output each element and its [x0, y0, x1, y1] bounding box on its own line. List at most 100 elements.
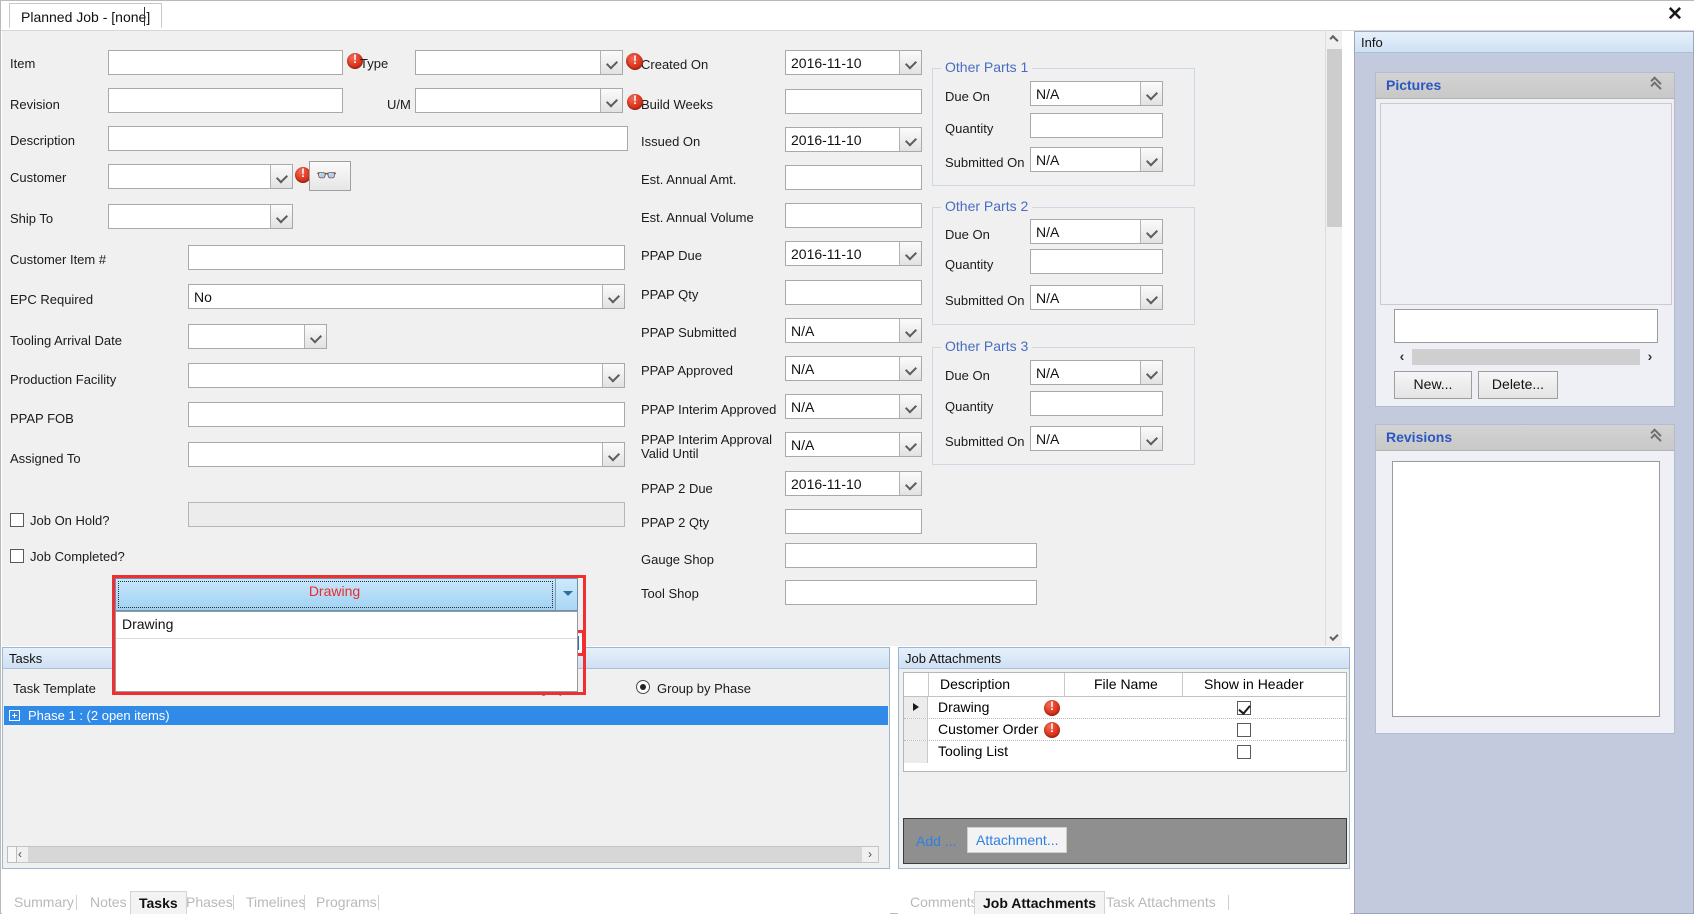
- table-row[interactable]: Customer Order: [904, 719, 1346, 741]
- op2-quantity-input[interactable]: [1030, 249, 1163, 274]
- scrollbar-track[interactable]: [1412, 349, 1640, 365]
- chevron-down-icon[interactable]: [270, 205, 292, 228]
- column-show-in-header[interactable]: Show in Header: [1204, 676, 1304, 692]
- column-description[interactable]: Description: [940, 676, 1010, 692]
- row-selector[interactable]: [904, 719, 928, 740]
- build-weeks-input[interactable]: [785, 89, 922, 114]
- tab-notes[interactable]: Notes: [82, 891, 135, 914]
- ppap-qty-input[interactable]: [785, 280, 922, 305]
- revisions-list[interactable]: [1392, 461, 1660, 717]
- chevron-down-icon[interactable]: [899, 472, 921, 495]
- chevron-down-icon[interactable]: [899, 433, 921, 456]
- ppap-approved-combo[interactable]: N/A: [785, 356, 922, 381]
- tab-job-attachments[interactable]: Job Attachments: [974, 891, 1106, 914]
- op3-submitted-on-combo[interactable]: N/A: [1030, 426, 1163, 451]
- job-completed-checkbox[interactable]: [10, 549, 24, 563]
- chevron-down-icon[interactable]: [899, 357, 921, 380]
- chevron-down-icon[interactable]: [1140, 286, 1162, 309]
- op1-quantity-input[interactable]: [1030, 113, 1163, 138]
- epc-required-combo[interactable]: No: [188, 284, 625, 309]
- add-link[interactable]: Add ...: [916, 833, 956, 849]
- column-file-name[interactable]: File Name: [1094, 676, 1158, 692]
- ppap-fob-input[interactable]: [188, 402, 625, 427]
- task-template-combo[interactable]: Drawing: [115, 578, 578, 611]
- dropdown-option-drawing[interactable]: Drawing: [122, 616, 173, 632]
- chevron-down-icon[interactable]: [602, 443, 624, 466]
- tool-shop-input[interactable]: [785, 580, 1037, 605]
- ppap-submitted-combo[interactable]: N/A: [785, 318, 922, 343]
- scroll-right-button[interactable]: ›: [862, 847, 878, 862]
- scroll-up-button[interactable]: [1326, 31, 1342, 48]
- chevron-down-icon[interactable]: [1140, 361, 1162, 384]
- chevron-down-icon[interactable]: [1140, 82, 1162, 105]
- tab-task-attachments[interactable]: Task Attachments: [1098, 891, 1224, 914]
- chevron-down-icon[interactable]: [1140, 148, 1162, 171]
- row-selector[interactable]: [904, 697, 928, 718]
- delete-picture-button[interactable]: Delete...: [1478, 371, 1558, 399]
- chevron-down-icon[interactable]: [602, 285, 624, 308]
- chevron-down-icon[interactable]: [600, 89, 622, 112]
- scroll-left-button[interactable]: ‹: [1394, 347, 1410, 367]
- table-row[interactable]: Tooling List: [904, 741, 1346, 763]
- customer-item-no-input[interactable]: [188, 245, 625, 270]
- tasks-horizontal-scrollbar[interactable]: ‹ ›: [11, 846, 879, 863]
- op2-submitted-on-combo[interactable]: N/A: [1030, 285, 1163, 310]
- expand-icon[interactable]: [9, 710, 20, 721]
- ppap-interim-approval-valid-until-combo[interactable]: N/A: [785, 432, 922, 457]
- chevron-down-icon[interactable]: [899, 242, 921, 265]
- chevron-down-icon[interactable]: [1140, 427, 1162, 450]
- new-picture-button[interactable]: New...: [1394, 371, 1472, 399]
- assigned-to-combo[interactable]: [188, 442, 625, 467]
- chevron-down-icon[interactable]: [600, 51, 622, 74]
- pictures-scrollbar[interactable]: ‹ ›: [1394, 347, 1658, 367]
- collapse-icon[interactable]: [1650, 76, 1664, 93]
- description-input[interactable]: [108, 126, 628, 151]
- ppap-due-combo[interactable]: 2016-11-10: [785, 241, 922, 266]
- ppap-2-due-combo[interactable]: 2016-11-10: [785, 471, 922, 496]
- chevron-down-icon[interactable]: [602, 364, 624, 387]
- type-combo[interactable]: [415, 50, 623, 75]
- tab-summary[interactable]: Summary: [6, 891, 82, 914]
- op3-quantity-input[interactable]: [1030, 391, 1163, 416]
- row-selector[interactable]: [904, 741, 928, 763]
- ppap-interim-approved-combo[interactable]: N/A: [785, 394, 922, 419]
- ppap-2-qty-input[interactable]: [785, 509, 922, 534]
- task-template-dropdown-list[interactable]: Drawing: [115, 611, 578, 692]
- show-in-header-checkbox[interactable]: [1237, 701, 1251, 715]
- op2-due-on-combo[interactable]: N/A: [1030, 219, 1163, 244]
- form-vertical-scrollbar[interactable]: [1325, 31, 1342, 646]
- chevron-down-icon[interactable]: [899, 395, 921, 418]
- scrollbar-thumb[interactable]: [1327, 49, 1342, 227]
- chevron-down-icon[interactable]: [899, 51, 921, 74]
- job-on-hold-checkbox[interactable]: [10, 513, 24, 527]
- show-in-header-checkbox[interactable]: [1237, 723, 1251, 737]
- show-in-header-checkbox[interactable]: [1237, 745, 1251, 759]
- chevron-down-icon[interactable]: [899, 319, 921, 342]
- created-on-combo[interactable]: 2016-11-10: [785, 50, 922, 75]
- production-facility-combo[interactable]: [188, 363, 625, 388]
- document-tab[interactable]: Planned Job - [none]: [9, 3, 163, 29]
- chevron-down-icon[interactable]: [304, 325, 326, 348]
- customer-lookup-button[interactable]: 👓: [309, 161, 351, 191]
- item-input[interactable]: [108, 50, 343, 75]
- phase-group-row[interactable]: Phase 1 : (2 open items): [4, 706, 888, 725]
- chevron-down-icon[interactable]: [1140, 220, 1162, 243]
- um-combo[interactable]: [415, 88, 623, 113]
- chevron-down-icon[interactable]: [555, 579, 577, 610]
- collapse-icon[interactable]: [1650, 428, 1664, 445]
- tab-timelines[interactable]: Timelines: [238, 891, 313, 914]
- group-by-phase-radio[interactable]: [636, 680, 650, 694]
- table-row[interactable]: Drawing: [904, 697, 1346, 719]
- pictures-preview-area[interactable]: [1380, 103, 1672, 305]
- op1-submitted-on-combo[interactable]: N/A: [1030, 147, 1163, 172]
- chevron-down-icon[interactable]: [899, 128, 921, 151]
- customer-combo[interactable]: [108, 164, 293, 189]
- est-annual-volume-input[interactable]: [785, 203, 922, 228]
- close-icon[interactable]: ✕: [1664, 5, 1686, 27]
- gauge-shop-input[interactable]: [785, 543, 1037, 568]
- scroll-right-button[interactable]: ›: [1642, 347, 1658, 367]
- est-annual-amt-input[interactable]: [785, 165, 922, 190]
- scroll-down-button[interactable]: [1326, 629, 1342, 646]
- attachment-button[interactable]: Attachment...: [967, 827, 1068, 853]
- tab-phases[interactable]: Phases: [178, 891, 241, 914]
